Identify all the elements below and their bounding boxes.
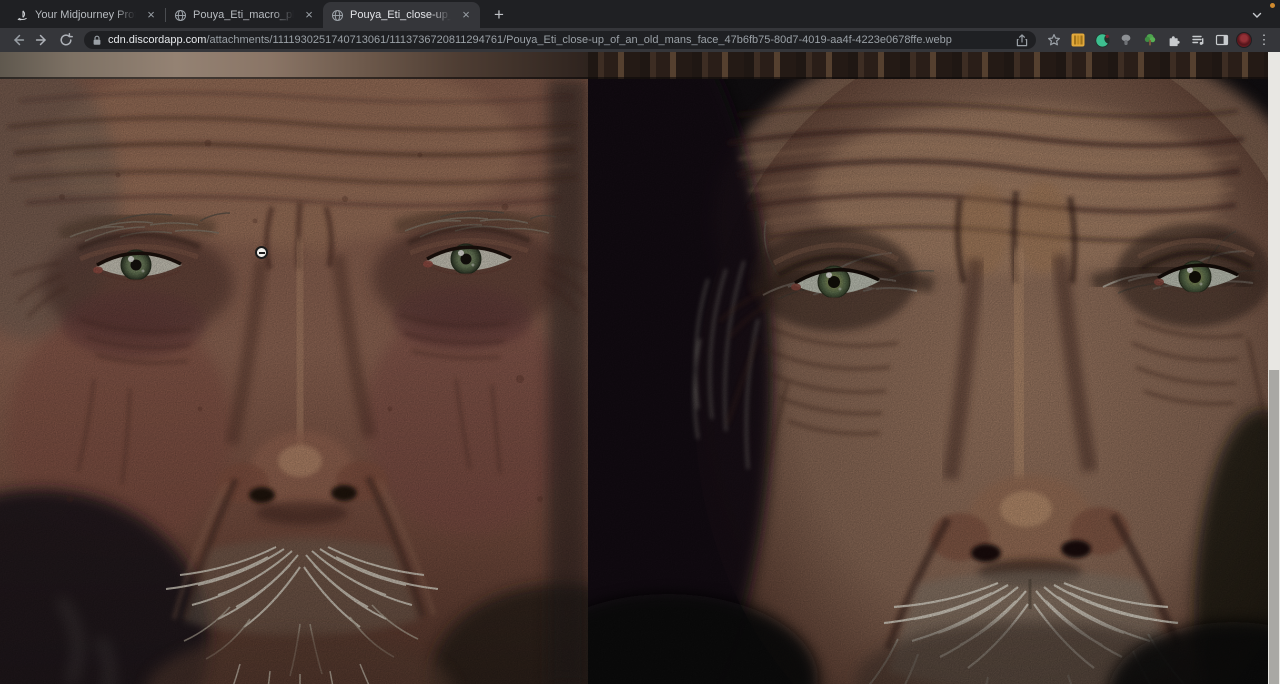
old-man-face-right-image[interactable] bbox=[588, 79, 1268, 684]
globe-icon bbox=[330, 8, 344, 22]
address-bar[interactable]: cdn.discordapp.com/attachments/111193025… bbox=[84, 31, 1036, 49]
tab-search-chevron-icon[interactable] bbox=[1246, 4, 1268, 26]
forward-button[interactable] bbox=[32, 30, 52, 50]
notification-dot bbox=[1270, 3, 1275, 8]
tab-pouya-eti-close-up-active[interactable]: Pouya_Eti_close-up_of_an_ol × bbox=[323, 2, 480, 28]
share-icon[interactable] bbox=[1016, 34, 1028, 47]
zoom-out-cursor-icon bbox=[255, 246, 268, 259]
yellow-grid-extension-icon[interactable] bbox=[1068, 30, 1088, 50]
tab-your-midjourney-profile[interactable]: Your Midjourney Profile × bbox=[8, 2, 165, 28]
browser-window: Your Midjourney Profile × Pouya_Eti_macr… bbox=[0, 0, 1280, 684]
scrollbar-thumb[interactable] bbox=[1269, 370, 1279, 684]
url-path: /attachments/1111930251740713061/1113736… bbox=[206, 34, 951, 46]
browser-menu-icon[interactable]: ⋮ bbox=[1256, 30, 1272, 50]
profile-avatar[interactable] bbox=[1236, 32, 1252, 48]
bookmark-star-icon[interactable] bbox=[1044, 30, 1064, 50]
image-top-row-left-sliver[interactable] bbox=[0, 52, 588, 79]
gray-mushroom-extension-icon[interactable] bbox=[1116, 30, 1136, 50]
new-tab-button[interactable]: + bbox=[487, 3, 511, 27]
browser-toolbar: cdn.discordapp.com/attachments/111193025… bbox=[0, 28, 1280, 52]
old-man-face-left-image[interactable] bbox=[0, 79, 588, 684]
url-domain: cdn.discordapp.com bbox=[108, 34, 206, 46]
tab-title: Your Midjourney Profile bbox=[35, 9, 138, 21]
image-viewer-content bbox=[0, 52, 1280, 684]
lock-icon bbox=[92, 35, 102, 46]
image-top-row-right-sliver[interactable] bbox=[588, 52, 1268, 79]
url-text: cdn.discordapp.com/attachments/111193025… bbox=[108, 34, 1010, 46]
globe-icon bbox=[173, 8, 187, 22]
dark-moon-extension-icon[interactable] bbox=[1092, 30, 1112, 50]
reload-button[interactable] bbox=[56, 30, 76, 50]
tab-strip: Your Midjourney Profile × Pouya_Eti_macr… bbox=[0, 0, 1280, 28]
close-tab-icon[interactable]: × bbox=[302, 8, 316, 22]
tab-title: Pouya_Eti_macro_photo_of_a bbox=[193, 9, 296, 21]
close-tab-icon[interactable]: × bbox=[459, 8, 473, 22]
extensions-puzzle-icon[interactable] bbox=[1164, 30, 1184, 50]
vertical-scrollbar[interactable] bbox=[1268, 52, 1280, 684]
midjourney-sailboat-icon bbox=[15, 8, 29, 22]
back-button[interactable] bbox=[8, 30, 28, 50]
tree-extension-icon[interactable] bbox=[1140, 30, 1160, 50]
close-tab-icon[interactable]: × bbox=[144, 8, 158, 22]
tab-title: Pouya_Eti_close-up_of_an_ol bbox=[350, 9, 453, 21]
side-panel-icon[interactable] bbox=[1212, 30, 1232, 50]
playlist-extension-icon[interactable] bbox=[1188, 30, 1208, 50]
tab-pouya-eti-macro-photo[interactable]: Pouya_Eti_macro_photo_of_a × bbox=[166, 2, 323, 28]
